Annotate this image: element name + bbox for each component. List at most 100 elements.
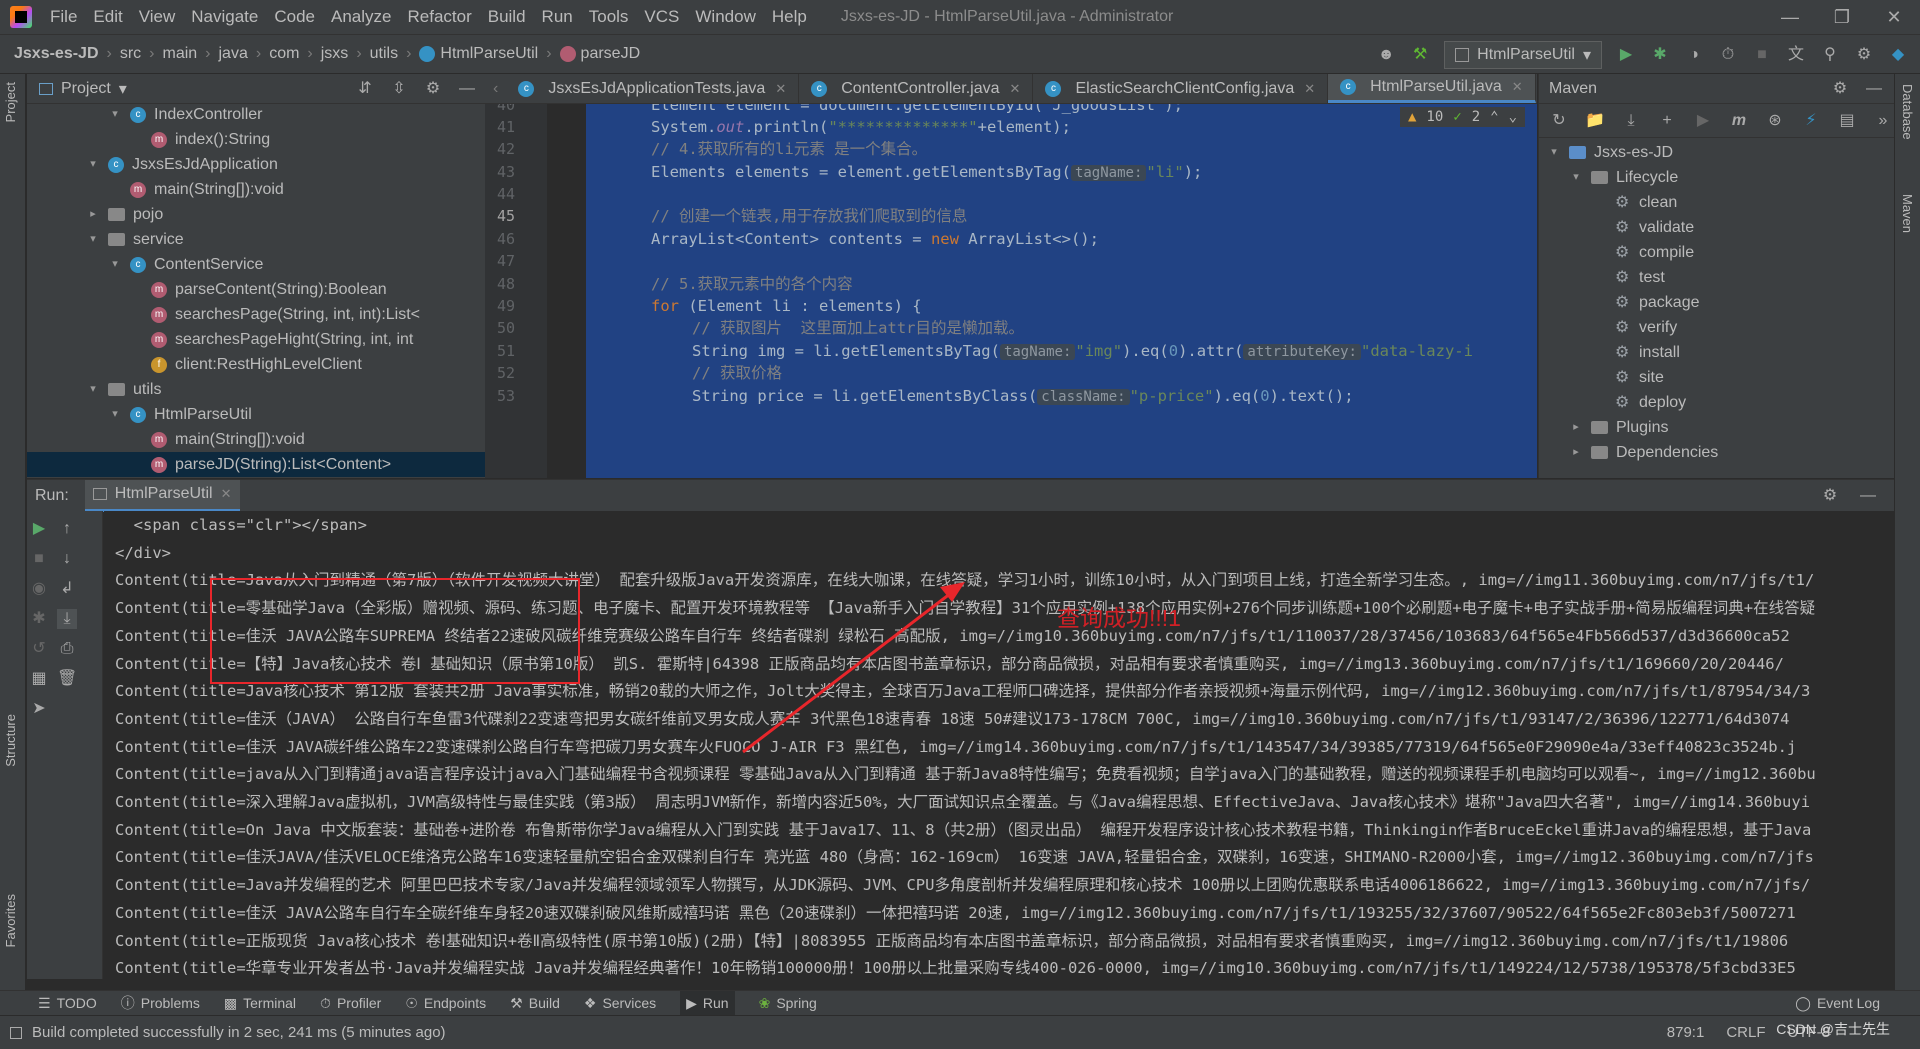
close-icon[interactable]: ✕ — [775, 81, 786, 97]
scroll-to-end-icon[interactable]: ⤓ — [57, 609, 77, 629]
spring-tool-button[interactable]: ❀ Spring — [759, 995, 817, 1012]
pin-icon[interactable]: ➤ — [29, 699, 49, 719]
jetbrains-toolbox-icon[interactable]: ◆ — [1888, 45, 1908, 65]
project-tree-node[interactable]: m parseJD(String):List<Content> — [27, 452, 485, 477]
arrow-down-icon[interactable]: ↓ — [57, 549, 77, 569]
close-icon[interactable]: ✕ — [1512, 79, 1523, 95]
chevron-down-icon[interactable]: ▾ — [86, 152, 100, 177]
chevron-down-icon[interactable]: ⌄ — [1509, 109, 1517, 125]
stop-icon[interactable]: ■ — [29, 549, 49, 569]
chevron-down-icon[interactable]: ▾ — [1569, 165, 1583, 190]
maven-dependencies[interactable]: ▸ Dependencies — [1569, 440, 1718, 465]
maven-plugins[interactable]: ▸ Plugins — [1569, 415, 1668, 440]
print-icon[interactable]: ⎙ — [57, 639, 77, 659]
build-hammer-icon[interactable]: ⚒ — [1410, 45, 1430, 65]
chevron-down-icon[interactable]: ▾ — [119, 79, 127, 99]
exit-icon[interactable]: ↺ — [29, 639, 49, 659]
inspection-widget[interactable]: ▲ 10 ✓ 2 ⌃ ⌄ — [1399, 107, 1525, 127]
caret-position[interactable]: 879:1 — [1667, 1024, 1705, 1041]
maven-goal-validate[interactable]: ⚙ validate — [1615, 215, 1694, 240]
services-tool-button[interactable]: ❖ Services — [584, 995, 656, 1012]
chevron-down-icon[interactable]: ▾ — [108, 104, 122, 127]
menu-run[interactable]: Run — [534, 7, 581, 27]
reload-icon[interactable]: ↻ — [1549, 111, 1569, 131]
code-area[interactable]: Element element = document.getElementByI… — [586, 104, 1537, 478]
maven-goal-install[interactable]: ⚙ install — [1615, 340, 1680, 365]
todo-tool-button[interactable]: ☰ TODO — [38, 995, 97, 1012]
project-tree-node[interactable]: f client:RestHighLevelClient — [151, 352, 362, 377]
menu-view[interactable]: View — [131, 7, 184, 27]
skip-tests-icon[interactable]: ⚡ — [1801, 111, 1821, 131]
run-tool-button[interactable]: ▶ Run — [680, 990, 735, 1016]
code-editor[interactable]: 40 41 42 43 44 45 46 47 48 49 50 51 52 53 Element ele… — [485, 104, 1537, 478]
expand-all-icon[interactable]: ⇵ — [355, 79, 375, 99]
maven-goal-icon[interactable]: m — [1729, 111, 1749, 131]
maven-goal-site[interactable]: ⚙ site — [1615, 365, 1664, 390]
menu-refactor[interactable]: Refactor — [399, 7, 479, 27]
reload-folder-icon[interactable]: 📁 — [1585, 111, 1605, 131]
project-tree-node[interactable]: ▾ service — [86, 227, 183, 252]
maven-tool-tab[interactable]: Maven — [1900, 194, 1915, 233]
tab-contentcontroller[interactable]: c ContentController.java ✕ — [799, 74, 1034, 103]
project-tree-node[interactable]: ▾ c ContentService — [108, 252, 263, 277]
maven-goal-package[interactable]: ⚙ package — [1615, 290, 1700, 315]
settings-gear-icon[interactable]: ⚙ — [1854, 45, 1874, 65]
menu-vcs[interactable]: VCS — [636, 7, 687, 27]
menu-build[interactable]: Build — [480, 7, 534, 27]
chevron-down-icon[interactable]: ▾ — [1547, 140, 1561, 165]
minimize-icon[interactable]: — — [1764, 0, 1816, 34]
menu-tools[interactable]: Tools — [581, 7, 637, 27]
breadcrumb-src[interactable]: src — [120, 45, 141, 63]
layout-icon[interactable]: ▦ — [29, 669, 49, 689]
hide-panel-icon[interactable]: — — [1864, 79, 1884, 99]
project-tree-node[interactable]: m index():String — [151, 127, 270, 152]
project-tree-node[interactable]: m main(String[]):void — [151, 427, 305, 452]
rerun-icon[interactable]: ▶ — [29, 519, 49, 539]
status-message[interactable]: Build completed successfully in 2 sec, 2… — [32, 1024, 446, 1041]
menu-code[interactable]: Code — [266, 7, 323, 27]
project-tree-node[interactable]: ▾ c JsxsEsJdApplication — [86, 152, 278, 177]
debug-icon[interactable]: ✱ — [1650, 45, 1670, 65]
settings-gear-icon[interactable]: ⚙ — [423, 79, 443, 99]
project-tool-tab[interactable]: Project — [3, 82, 18, 122]
camera-icon[interactable]: ◉ — [29, 579, 49, 599]
chevron-right-icon[interactable]: ▸ — [86, 202, 100, 227]
maven-goal-deploy[interactable]: ⚙ deploy — [1615, 390, 1686, 415]
breadcrumb-main[interactable]: main — [162, 45, 197, 63]
close-icon[interactable]: ✕ — [1868, 0, 1920, 34]
line-separator[interactable]: CRLF — [1726, 1024, 1765, 1041]
maven-goal-test[interactable]: ⚙ test — [1615, 265, 1665, 290]
restore-icon[interactable]: ❐ — [1816, 0, 1868, 34]
menu-edit[interactable]: Edit — [85, 7, 130, 27]
database-tool-tab[interactable]: Database — [1900, 84, 1915, 140]
profiler-tool-button[interactable]: ⏱ Profiler — [320, 995, 381, 1012]
menu-analyze[interactable]: Analyze — [323, 7, 399, 27]
more-icon[interactable]: » — [1873, 111, 1893, 131]
project-tree-node[interactable]: m searchesPage(String, int, int):List< — [151, 302, 420, 327]
project-tree-node[interactable]: m searchesPageHight(String, int, int — [151, 327, 413, 352]
stop-icon[interactable]: ■ — [1752, 45, 1772, 65]
translate-icon[interactable]: 文 — [1786, 45, 1806, 65]
endpoints-tool-button[interactable]: ☉ Endpoints — [405, 995, 486, 1012]
maven-lifecycle[interactable]: ▾ Lifecycle — [1569, 165, 1678, 190]
settings-gear-icon[interactable]: ⚙ — [1830, 79, 1850, 99]
search-icon[interactable]: ⚲ — [1820, 45, 1840, 65]
soft-wrap-icon[interactable]: ↲ — [57, 579, 77, 599]
clear-trash-icon[interactable]: 🗑 — [57, 669, 77, 689]
chevron-down-icon[interactable]: ▾ — [86, 227, 100, 252]
chevron-right-icon[interactable]: ▸ — [1569, 440, 1583, 465]
arrow-up-icon[interactable]: ↑ — [57, 519, 77, 539]
tab-jsxsesjdapplicationtests[interactable]: c JsxsEsJdApplicationTests.java ✕ — [506, 74, 800, 103]
breadcrumb-method[interactable]: parseJD — [581, 45, 641, 63]
project-panel-title[interactable]: Project — [61, 80, 111, 98]
favorites-tool-tab[interactable]: Favorites — [3, 894, 18, 947]
debug-icon[interactable]: ✱ — [29, 609, 49, 629]
run-icon[interactable]: ▶ — [1616, 45, 1636, 65]
breadcrumb-project[interactable]: Jsxs-es-JD — [14, 45, 99, 63]
run-icon[interactable]: ▶ — [1693, 111, 1713, 131]
menu-file[interactable]: File — [42, 7, 85, 27]
maven-goal-compile[interactable]: ⚙ compile — [1615, 240, 1694, 265]
coverage-icon[interactable]: ◑ — [1684, 45, 1704, 65]
maven-root[interactable]: ▾ Jsxs-es-JD — [1547, 140, 1673, 165]
tabs-overflow-icon[interactable]: ‹ — [485, 74, 506, 103]
